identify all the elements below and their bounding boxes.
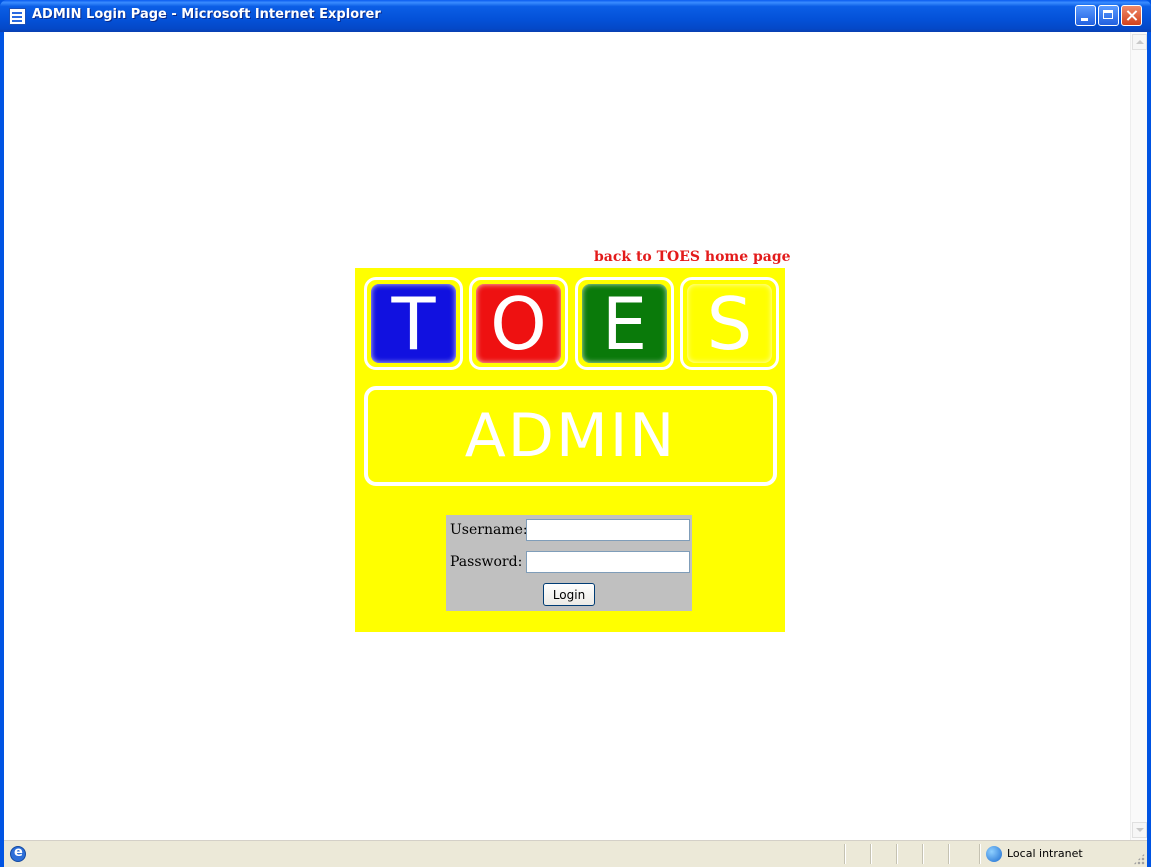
security-zone-label: Local intranet [1007, 847, 1083, 860]
maximize-button[interactable] [1098, 5, 1119, 26]
window-title: ADMIN Login Page - Microsoft Internet Ex… [32, 7, 381, 22]
minimize-button[interactable] [1075, 5, 1096, 26]
vertical-scrollbar[interactable] [1130, 32, 1147, 840]
admin-banner: ADMIN [364, 386, 777, 486]
status-divider [948, 844, 949, 864]
logo-letter: T [391, 281, 436, 366]
title-bar[interactable]: ADMIN Login Page - Microsoft Internet Ex… [0, 0, 1151, 32]
login-form: Username: Password: Login [446, 515, 692, 611]
username-input[interactable] [526, 519, 690, 541]
back-to-home-link[interactable]: back to TOES home page [594, 249, 791, 265]
logo-tile-s: S [680, 277, 779, 370]
logo-tile-o: O [469, 277, 568, 370]
intranet-globe-icon [986, 846, 1002, 862]
status-divider [979, 844, 980, 864]
browser-window: ADMIN Login Page - Microsoft Internet Ex… [0, 0, 1151, 867]
scroll-down-arrow-icon[interactable] [1132, 822, 1147, 838]
ie-page-icon [10, 845, 26, 862]
status-divider [922, 844, 923, 864]
logo-letter: S [706, 281, 753, 366]
admin-banner-text: ADMIN [464, 401, 677, 471]
page-icon [9, 8, 26, 25]
close-button[interactable] [1121, 5, 1142, 26]
logo-tile-t: T [364, 277, 463, 370]
username-label: Username: [450, 522, 528, 538]
login-panel: T O E S ADMIN Username: Password: Login [355, 268, 785, 632]
scroll-up-arrow-icon[interactable] [1132, 34, 1147, 50]
status-bar: Local intranet [4, 840, 1147, 867]
logo-letter: E [601, 281, 648, 366]
web-page: back to TOES home page T O E S ADMIN Use… [4, 32, 1130, 840]
resize-grip-icon[interactable] [1133, 853, 1145, 865]
logo-tile-e: E [575, 277, 674, 370]
password-input[interactable] [526, 551, 690, 573]
logo-letter: O [490, 281, 547, 366]
status-divider [844, 844, 845, 864]
login-button[interactable]: Login [543, 583, 595, 606]
browser-content: back to TOES home page T O E S ADMIN Use… [4, 32, 1147, 840]
status-divider [896, 844, 897, 864]
password-label: Password: [450, 554, 523, 570]
status-divider [870, 844, 871, 864]
